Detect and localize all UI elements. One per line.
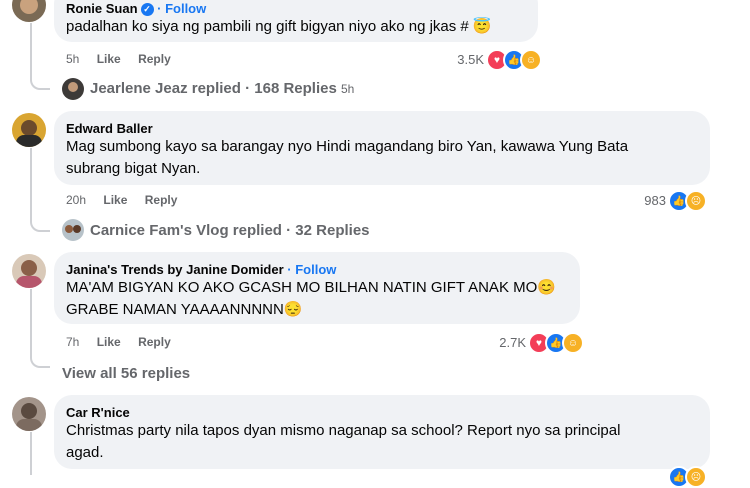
reaction-icons[interactable]: ♥ 👍 ☺: [528, 332, 584, 354]
comment-text: agad.: [66, 444, 104, 461]
thread-line: [30, 23, 32, 76]
replies-time: 5h: [341, 82, 355, 96]
avatar[interactable]: [62, 219, 84, 241]
sad-reaction-icon: ☹: [685, 190, 707, 212]
reply-button[interactable]: Reply: [138, 52, 171, 66]
avatar[interactable]: [12, 0, 46, 22]
like-button[interactable]: Like: [103, 193, 127, 207]
replies-link[interactable]: Carnice Fam's Vlog replied · 32 Replies: [90, 222, 370, 239]
thread-connector: [30, 356, 50, 368]
comment-time[interactable]: 5h: [66, 52, 79, 66]
view-all-replies-link[interactable]: View all 56 replies: [62, 365, 190, 382]
replied-by: Jearlene Jeaz replied: [90, 80, 241, 97]
comment-author[interactable]: Car R'nice: [66, 405, 130, 420]
comment-bubble: Janina's Trends by Janine Domider · Foll…: [54, 252, 580, 324]
reaction-icons[interactable]: 👍 ☹: [668, 190, 707, 212]
reaction-icons[interactable]: 👍 ☹: [668, 466, 707, 488]
replies-count: · 32 Replies: [286, 222, 370, 239]
comment-text: subrang bigat Nyan.: [66, 160, 201, 177]
care-reaction-icon: ☺: [562, 332, 584, 354]
like-button[interactable]: Like: [97, 52, 121, 66]
reply-button[interactable]: Reply: [145, 193, 178, 207]
comment-text: Christmas party nila tapos dyan mismo na…: [66, 422, 621, 439]
comment-bubble: Edward Baller Mag sumbong kayo sa barang…: [54, 111, 710, 185]
reaction-count[interactable]: 983: [624, 193, 666, 208]
comment-time[interactable]: 7h: [66, 335, 79, 349]
follow-button[interactable]: · Follow: [157, 1, 206, 16]
replied-by: Carnice Fam's Vlog replied: [90, 222, 282, 239]
reply-button[interactable]: Reply: [138, 335, 171, 349]
avatar[interactable]: [12, 254, 46, 288]
thread-line: [30, 432, 32, 475]
thread-line: [30, 289, 32, 357]
thread-line: [30, 148, 32, 218]
thread-connector: [30, 216, 50, 232]
like-button[interactable]: Like: [97, 335, 121, 349]
avatar[interactable]: [12, 113, 46, 147]
replies-link[interactable]: Jearlene Jeaz replied · 168 Replies 5h: [90, 80, 354, 97]
comment-author[interactable]: Edward Baller: [66, 121, 153, 136]
comment-actions: 5h Like Reply: [66, 52, 171, 66]
reaction-count[interactable]: 2.7K: [482, 335, 526, 350]
replies-count: · 168 Replies: [245, 80, 337, 97]
comment-text: Mag sumbong kayo sa barangay nyo Hindi m…: [66, 138, 629, 155]
comment-text: MA'AM BIGYAN KO AKO GCASH MO BILHAN NATI…: [66, 279, 556, 296]
follow-button[interactable]: · Follow: [287, 262, 336, 277]
avatar[interactable]: [62, 78, 84, 100]
care-reaction-icon: ☺: [520, 49, 542, 71]
comment-time[interactable]: 20h: [66, 193, 86, 207]
comment-text: padalhan ko siya ng pambili ng gift bigy…: [66, 18, 492, 35]
thread-connector: [30, 74, 50, 90]
reaction-count[interactable]: 3.5K: [440, 52, 484, 67]
comment-bubble: Ronie Suan ✓ · Follow padalhan ko siya ng…: [54, 0, 538, 42]
reaction-icons[interactable]: ♥ 👍 ☺: [486, 49, 542, 71]
sad-reaction-icon: ☹: [685, 466, 707, 488]
comment-author[interactable]: Ronie Suan: [66, 1, 138, 16]
comment-actions: 20h Like Reply: [66, 193, 177, 207]
comment-bubble: Car R'nice Christmas party nila tapos dy…: [54, 395, 710, 469]
comment-actions: 7h Like Reply: [66, 335, 171, 349]
view-all-replies: View all 56 replies: [62, 365, 191, 382]
comment-text: GRABE NAMAN YAAAANNNNN😔: [66, 301, 303, 318]
comment-author[interactable]: Janina's Trends by Janine Domider: [66, 262, 284, 277]
avatar[interactable]: [12, 397, 46, 431]
verified-badge-icon: ✓: [140, 3, 154, 16]
